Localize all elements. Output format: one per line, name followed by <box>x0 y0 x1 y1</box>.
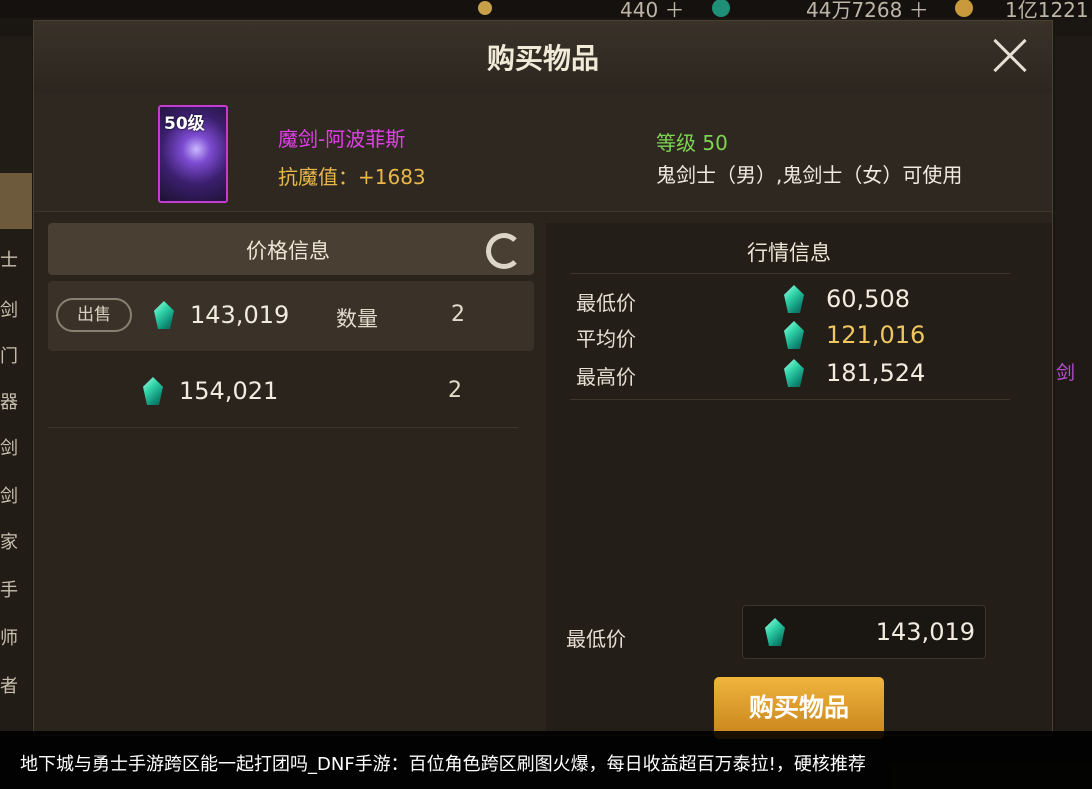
background-right-strip <box>1055 36 1092 736</box>
side-tab[interactable]: 师 <box>0 624 32 650</box>
buy-item-dialog: 购买物品 50级 魔剑-阿波菲斯 抗魔值：+1683 等级 50 鬼剑士（男）,… <box>33 20 1053 739</box>
listing-price: 143,019 <box>190 301 290 329</box>
item-sword-icon[interactable]: 50级 <box>158 105 228 203</box>
side-tab[interactable]: 器 <box>0 388 32 414</box>
buy-item-button[interactable]: 购买物品 <box>714 677 884 739</box>
currency-2 <box>712 0 738 18</box>
item-level-badge: 50级 <box>164 114 205 134</box>
market-info-title: 行情信息 <box>747 241 831 265</box>
lowest-price-label: 最低价 <box>566 627 626 651</box>
gem-icon <box>712 0 730 17</box>
moon-icon <box>478 0 492 15</box>
background-right-label: 剑 <box>1056 362 1076 384</box>
side-tab[interactable]: 剑 <box>0 434 32 460</box>
item-info: 50级 魔剑-阿波菲斯 抗魔值：+1683 等级 50 鬼剑士（男）,鬼剑士（女… <box>34 93 1052 212</box>
side-tab[interactable]: 家 <box>0 528 32 554</box>
dialog-header: 购买物品 <box>34 21 1052 94</box>
market-info-panel: 行情信息 最低价 60,508 平均价 121,016 最高价 181,524 … <box>546 223 1052 739</box>
close-icon[interactable] <box>990 35 1030 75</box>
price-info-header: 价格信息 <box>48 223 534 275</box>
max-price-label: 最高价 <box>576 365 636 389</box>
lowest-price-box: 143,019 <box>742 605 986 659</box>
caption-bar: 地下城与勇士手游跨区能一起打团吗_DNF手游：百位角色跨区刷图火爆，每日收益超百… <box>0 731 1092 789</box>
quantity-label: 数量 <box>336 307 378 331</box>
gem-icon <box>143 377 163 405</box>
max-price-value: 181,524 <box>826 359 926 387</box>
item-level-requirement: 等级 50 <box>656 131 728 155</box>
gold-coin-icon <box>955 0 973 17</box>
side-tab[interactable]: 士 <box>0 246 32 272</box>
item-stat: 抗魔值：+1683 <box>278 165 426 189</box>
caption-text: 地下城与勇士手游跨区能一起打团吗_DNF手游：百位角色跨区刷图火爆，每日收益超百… <box>20 754 866 775</box>
gem-icon <box>784 321 804 349</box>
item-name: 魔剑-阿波菲斯 <box>278 127 406 151</box>
price-info-title: 价格信息 <box>246 239 330 263</box>
listing-row[interactable]: 出售 143,019 数量 2 <box>48 281 534 351</box>
price-info-panel: 价格信息 出售 143,019 数量 2 154,021 2 <box>48 223 534 723</box>
side-tab-active <box>0 173 32 229</box>
side-tab[interactable]: 剑 <box>0 296 32 322</box>
currency-3 <box>955 0 981 18</box>
avg-price-label: 平均价 <box>576 327 636 351</box>
gem-icon <box>765 618 785 646</box>
sell-button[interactable]: 出售 <box>56 298 132 332</box>
gem-icon <box>784 359 804 387</box>
listing-price: 154,021 <box>179 377 279 405</box>
avg-price-value: 121,016 <box>826 321 926 349</box>
dialog-title: 购买物品 <box>486 42 599 75</box>
side-tab[interactable]: 者 <box>0 672 32 698</box>
min-price-value: 60,508 <box>826 285 910 313</box>
side-tab[interactable]: 手 <box>0 576 32 602</box>
top-currency-bar: 440 ＋ 44万7268 ＋ 1亿1221 <box>0 0 1092 22</box>
listing-quantity: 2 <box>448 378 462 403</box>
divider <box>570 273 1010 274</box>
listing-quantity: 2 <box>451 302 465 327</box>
lowest-price-value: 143,019 <box>875 618 975 646</box>
divider <box>570 399 1010 400</box>
refresh-icon[interactable] <box>486 233 522 269</box>
item-usable-classes: 鬼剑士（男）,鬼剑士（女）可使用 <box>656 163 963 187</box>
side-tab[interactable]: 门 <box>0 342 32 368</box>
min-price-label: 最低价 <box>576 291 636 315</box>
listing-row[interactable]: 154,021 2 <box>48 357 518 428</box>
gem-icon <box>784 285 804 313</box>
side-tab[interactable]: 剑 <box>0 482 32 508</box>
gem-icon <box>154 301 174 329</box>
currency-1 <box>478 0 610 18</box>
